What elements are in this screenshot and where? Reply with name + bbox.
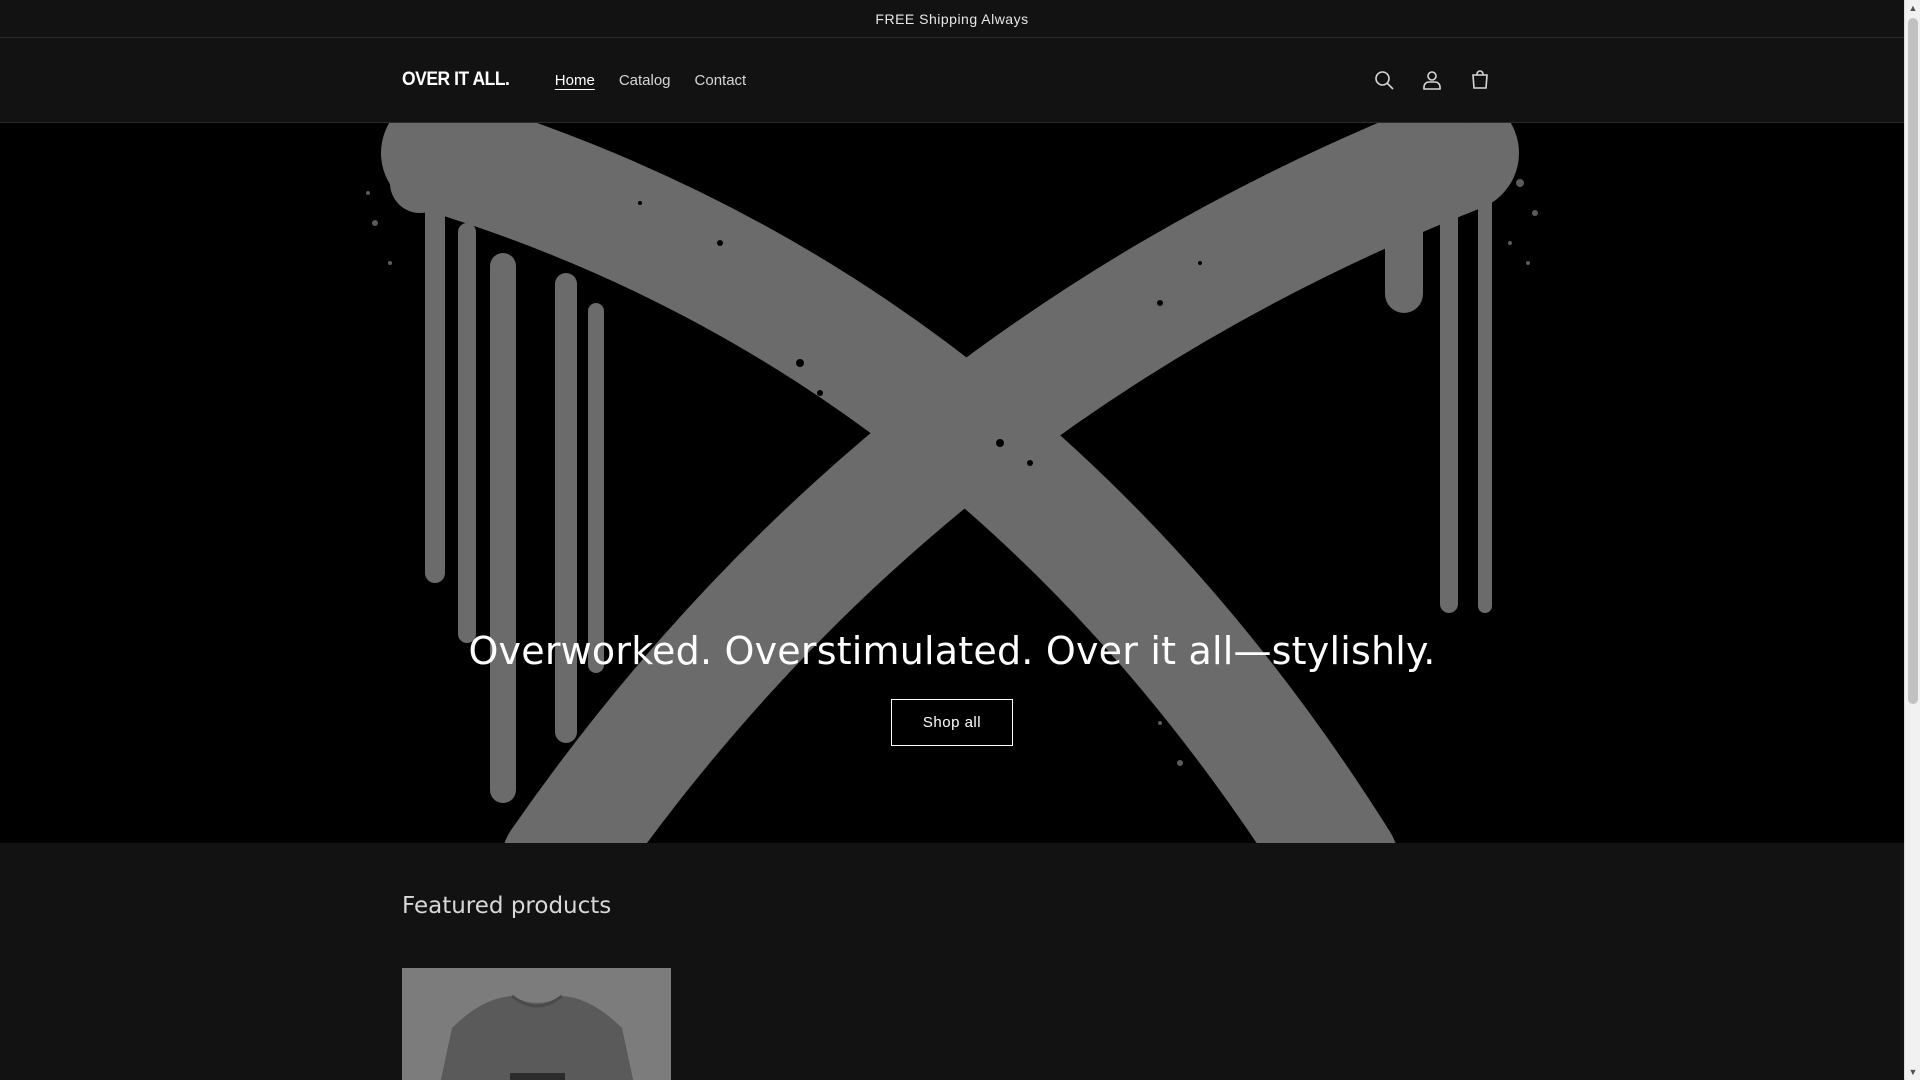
account-icon bbox=[1423, 71, 1441, 90]
nav-contact[interactable]: Contact bbox=[683, 66, 759, 95]
hero-banner: Overworked. Overstimulated. Over it all—… bbox=[0, 123, 1904, 843]
announcement-text: FREE Shipping Always bbox=[875, 10, 1029, 27]
main-nav: Home Catalog Contact bbox=[543, 66, 758, 95]
announcement-bar: FREE Shipping Always bbox=[0, 0, 1904, 38]
site-header: OVER IT ALL. Home Catalog Contact bbox=[0, 38, 1904, 123]
featured-products-section: Featured products bbox=[0, 843, 1904, 1080]
search-button[interactable] bbox=[1362, 58, 1406, 102]
hero-content: Overworked. Overstimulated. Over it all—… bbox=[0, 629, 1904, 746]
product-image bbox=[402, 968, 671, 1080]
header-icons bbox=[1362, 58, 1502, 102]
hero-title: Overworked. Overstimulated. Over it all—… bbox=[468, 629, 1436, 673]
cart-icon bbox=[1472, 70, 1488, 89]
scroll-thumb[interactable] bbox=[1908, 18, 1918, 704]
nav-home[interactable]: Home bbox=[543, 66, 607, 95]
shop-all-button[interactable]: Shop all bbox=[891, 699, 1013, 746]
nav-catalog[interactable]: Catalog bbox=[607, 66, 683, 95]
cart-button[interactable] bbox=[1458, 58, 1502, 102]
search-icon bbox=[1375, 71, 1394, 90]
product-card[interactable] bbox=[402, 968, 671, 1080]
featured-products-title: Featured products bbox=[402, 893, 612, 919]
account-button[interactable] bbox=[1410, 58, 1454, 102]
page: FREE Shipping Always OVER IT ALL. Home C… bbox=[0, 0, 1904, 1080]
scrollbar[interactable]: ▲ ▼ bbox=[1904, 0, 1920, 1080]
scroll-down-arrow-icon[interactable]: ▼ bbox=[1905, 1064, 1920, 1080]
scroll-up-arrow-icon[interactable]: ▲ bbox=[1905, 0, 1920, 16]
logo[interactable]: OVER IT ALL. bbox=[402, 69, 510, 91]
